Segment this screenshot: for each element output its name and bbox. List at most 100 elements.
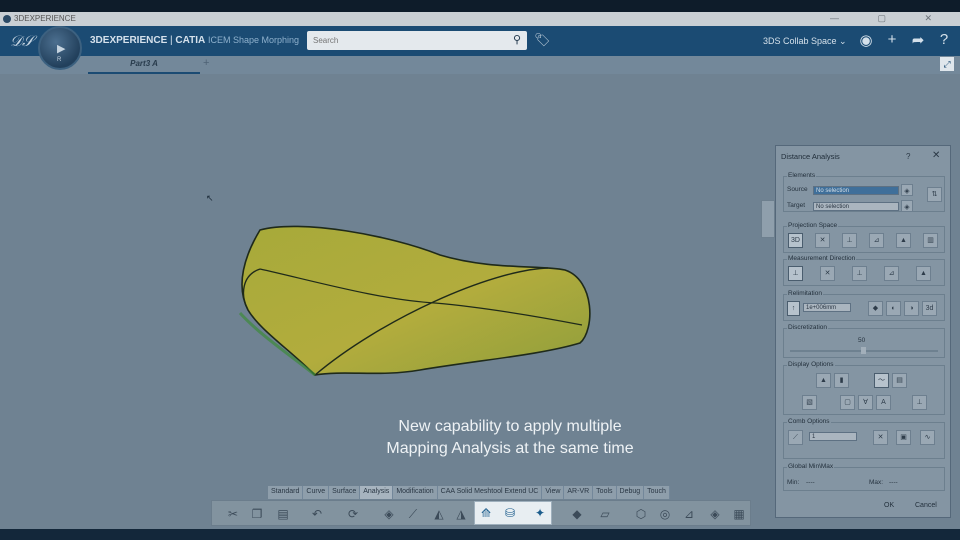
- discretization-value: 50: [858, 337, 866, 344]
- mapping-analysis-icon[interactable]: ⛁: [501, 504, 519, 522]
- analysis-e-icon[interactable]: ◆: [568, 505, 586, 523]
- tab-curve[interactable]: Curve: [303, 486, 330, 499]
- analysis-b-icon[interactable]: ⟋: [404, 505, 422, 523]
- tab-analysis[interactable]: Analysis: [360, 486, 394, 499]
- relimitation-icon[interactable]: ↑: [787, 301, 800, 316]
- paste-icon[interactable]: ▤: [274, 505, 292, 523]
- comb-a-icon[interactable]: ✕: [873, 430, 888, 445]
- direction-x-icon[interactable]: ✕: [820, 266, 835, 281]
- comb-icon[interactable]: ⟋: [788, 430, 803, 445]
- tab-standard[interactable]: Standard: [268, 486, 304, 499]
- discretization-slider-thumb[interactable]: [861, 347, 866, 354]
- analysis-k-icon[interactable]: ▦: [730, 505, 748, 523]
- display-d-icon[interactable]: A: [876, 395, 891, 410]
- expand-icon[interactable]: ⤢: [940, 57, 954, 71]
- comb-value[interactable]: 1: [809, 432, 857, 441]
- projection-planar-icon[interactable]: ▥: [923, 233, 938, 248]
- copy-icon[interactable]: ❐: [248, 505, 266, 523]
- cut-icon[interactable]: ✂: [224, 505, 242, 523]
- global-minmax-group: Global Min\Max Min: ---- Max: ----: [783, 463, 945, 491]
- cancel-button[interactable]: Cancel: [915, 502, 937, 509]
- relimitation-value[interactable]: 1e+006mm: [803, 303, 851, 312]
- target-picker-icon[interactable]: ◈: [901, 200, 913, 212]
- tab-part3[interactable]: Part3 A: [88, 56, 200, 74]
- direction-normal-icon[interactable]: ⊥: [788, 266, 803, 281]
- mouse-cursor-icon: ↖: [206, 193, 214, 203]
- analysis-j-icon[interactable]: ◈: [706, 505, 724, 523]
- help-icon[interactable]: ?: [936, 31, 952, 49]
- action-bar-tabs: Standard Curve Surface Analysis Modifica…: [268, 486, 670, 499]
- relimitation-c-icon[interactable]: ◑: [904, 301, 919, 316]
- search-box[interactable]: ⚲: [307, 31, 527, 50]
- search-input[interactable]: [313, 34, 503, 47]
- tab-debug[interactable]: Debug: [616, 486, 645, 499]
- tab-modification[interactable]: Modification: [393, 486, 438, 499]
- target-field[interactable]: No selection: [813, 202, 899, 211]
- tag-icon[interactable]: 🏷: [534, 32, 551, 48]
- collab-space-selector[interactable]: 3DS Collab Space ⌄: [763, 36, 847, 47]
- window-controls[interactable]: — ▢ ✕: [830, 13, 950, 24]
- tab-surface[interactable]: Surface: [329, 486, 361, 499]
- header-icons: ◉ + ➦ ?: [858, 31, 952, 49]
- search-icon[interactable]: ⚲: [513, 33, 521, 46]
- relimitation-a-icon[interactable]: ◆: [868, 301, 883, 316]
- top-strip: [0, 0, 960, 12]
- surface-model[interactable]: [230, 225, 600, 385]
- tab-ar-vr[interactable]: AR-VR: [564, 486, 594, 499]
- source-picker-icon[interactable]: ◈: [901, 184, 913, 196]
- display-c-icon[interactable]: ∀: [858, 395, 873, 410]
- analysis-f-icon[interactable]: ▱: [596, 505, 614, 523]
- display-options-group: Display Options ▲ ▮ 〜 ▤ ▧ ▢ ∀ A ⊥: [783, 361, 945, 415]
- display-a-icon[interactable]: ▧: [802, 395, 817, 410]
- projection-z-icon[interactable]: ⊿: [869, 233, 884, 248]
- panel-close-button[interactable]: ✕: [932, 150, 940, 161]
- comb-b-icon[interactable]: ▣: [896, 430, 911, 445]
- relimitation-b-icon[interactable]: ◐: [886, 301, 901, 316]
- comb-c-icon[interactable]: ∿: [920, 430, 935, 445]
- display-scale-icon[interactable]: ▮: [834, 373, 849, 388]
- compass-widget[interactable]: ▶ R: [38, 26, 82, 70]
- side-tool-strip[interactable]: [761, 200, 775, 238]
- analysis-d-icon[interactable]: ◮: [452, 505, 470, 523]
- projection-x-icon[interactable]: ✕: [815, 233, 830, 248]
- tab-view[interactable]: View: [542, 486, 565, 499]
- swap-icon[interactable]: ⇅: [927, 187, 942, 202]
- direction-y-icon[interactable]: ⊥: [852, 266, 867, 281]
- play-icon[interactable]: ▶: [57, 42, 65, 55]
- global-min-value: ----: [806, 479, 815, 486]
- add-tab-button[interactable]: +: [203, 57, 209, 69]
- multi-analysis-icon[interactable]: ✦: [531, 504, 549, 522]
- direction-compass-icon[interactable]: ▲: [916, 266, 931, 281]
- display-b-icon[interactable]: ▢: [840, 395, 855, 410]
- projection-3d-button[interactable]: 3D: [788, 233, 803, 248]
- tab-touch[interactable]: Touch: [644, 486, 670, 499]
- analysis-h-icon[interactable]: ◎: [656, 505, 674, 523]
- analysis-c-icon[interactable]: ◭: [430, 505, 448, 523]
- user-icon[interactable]: ◉: [858, 31, 874, 49]
- ok-button[interactable]: OK: [884, 502, 894, 509]
- update-icon[interactable]: ⟳: [344, 505, 362, 523]
- elements-group: Elements Source No selection ◈ Target No…: [783, 172, 945, 212]
- projection-y-icon[interactable]: ⊥: [842, 233, 857, 248]
- panel-title: Distance Analysis: [781, 152, 840, 161]
- display-comb-icon[interactable]: 〜: [874, 373, 889, 388]
- display-e-icon[interactable]: ⊥: [912, 395, 927, 410]
- relimitation-3d-button[interactable]: 3d: [922, 301, 937, 316]
- relimitation-group: Relimitation ↑ 1e+006mm ◆ ◐ ◑ 3d: [783, 290, 945, 321]
- panel-help-button[interactable]: ?: [906, 152, 910, 161]
- document-tabbar: Part3 A + ⤢: [0, 56, 960, 74]
- analysis-g-icon[interactable]: ⬡: [632, 505, 650, 523]
- direction-z-icon[interactable]: ⊿: [884, 266, 899, 281]
- add-icon[interactable]: +: [884, 31, 900, 49]
- source-field[interactable]: No selection: [813, 186, 899, 195]
- distance-analysis-icon[interactable]: ⟰: [477, 504, 495, 522]
- display-map-icon[interactable]: ▤: [892, 373, 907, 388]
- tab-caa[interactable]: CAA Solid Meshtool Extend UC: [437, 486, 543, 499]
- display-color-icon[interactable]: ▲: [816, 373, 831, 388]
- analysis-i-icon[interactable]: ⊿: [680, 505, 698, 523]
- analysis-a-icon[interactable]: ◈: [380, 505, 398, 523]
- projection-compass-icon[interactable]: ▲: [896, 233, 911, 248]
- undo-icon[interactable]: ↶: [308, 505, 326, 523]
- tab-tools[interactable]: Tools: [593, 486, 617, 499]
- share-icon[interactable]: ➦: [910, 31, 926, 49]
